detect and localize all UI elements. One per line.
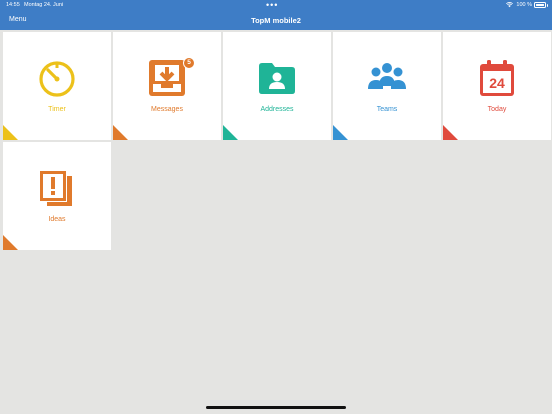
wifi-icon — [506, 2, 514, 8]
status-date: Montag 24. Juni — [24, 2, 64, 8]
tile-ideas[interactable]: Ideas — [3, 142, 111, 250]
corner-marker — [223, 125, 238, 140]
status-right: 100 % — [506, 2, 532, 8]
folder-user-icon — [259, 63, 295, 94]
multitasking-dots[interactable]: ••• — [266, 0, 278, 10]
team-icon — [368, 63, 406, 89]
tile-today[interactable]: 24 Today — [443, 32, 551, 140]
inbox-icon — [149, 60, 185, 96]
tile-addresses[interactable]: Addresses — [223, 32, 331, 140]
tile-label: Teams — [376, 106, 398, 113]
battery-percent: 100 % — [516, 2, 532, 8]
unread-badge: 5 — [183, 57, 195, 69]
calendar-day: 24 — [489, 75, 505, 91]
tile-messages[interactable]: 5 Messages — [113, 32, 221, 140]
corner-marker — [113, 125, 128, 140]
tile-label: Today — [487, 106, 507, 113]
nav-bar: Menu TopM mobile2 — [0, 12, 552, 30]
corner-marker — [333, 125, 348, 140]
corner-marker — [3, 125, 18, 140]
battery-tip — [546, 4, 548, 7]
tile-teams[interactable]: Teams — [333, 32, 441, 140]
tile-label: Timer — [48, 106, 66, 113]
tile-label: Ideas — [48, 216, 66, 223]
ideas-icon — [40, 171, 72, 206]
tile-label: Addresses — [260, 106, 294, 113]
home-indicator[interactable] — [206, 406, 346, 409]
corner-marker — [3, 235, 18, 250]
app-title: TopM mobile2 — [251, 16, 301, 25]
status-bar: 14:55 Montag 24. Juni ••• 100 % — [0, 0, 552, 12]
battery-icon — [534, 2, 546, 8]
timer-icon — [39, 61, 75, 97]
status-time: 14:55 — [6, 2, 20, 8]
corner-marker — [443, 125, 458, 140]
tile-label: Messages — [151, 106, 183, 113]
top-bar: 14:55 Montag 24. Juni ••• 100 % Menu Top… — [0, 0, 552, 30]
tile-timer[interactable]: Timer — [3, 32, 111, 140]
